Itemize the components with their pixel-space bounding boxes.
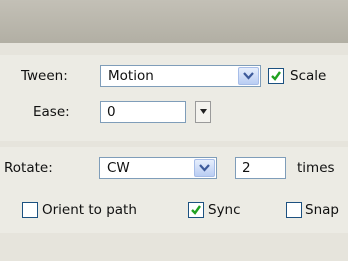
ease-stepper[interactable] xyxy=(195,101,211,123)
snap-checkbox[interactable] xyxy=(286,202,302,218)
scale-label: Scale xyxy=(290,68,327,84)
chevron-down-icon[interactable] xyxy=(238,67,259,85)
tween-dropdown[interactable]: Motion xyxy=(100,65,261,87)
rotate-count-value: 2 xyxy=(242,160,251,176)
sync-checkbox[interactable] xyxy=(188,202,204,218)
tween-label: Tween: xyxy=(21,68,68,84)
ease-label: Ease: xyxy=(33,104,70,120)
rotate-value: CW xyxy=(107,160,130,176)
checkmark-icon xyxy=(271,71,281,81)
checkmark-icon xyxy=(191,205,201,215)
rotate-section: Rotate: CW 2 times Orient to path Sync S… xyxy=(0,147,348,233)
panel-header-bar xyxy=(0,0,348,43)
orient-to-path-checkbox[interactable] xyxy=(22,202,38,218)
ease-input[interactable]: 0 xyxy=(100,101,186,123)
chevron-down-icon[interactable] xyxy=(194,159,215,177)
times-label: times xyxy=(297,160,335,176)
tween-section: Tween: Motion Scale Ease: 0 xyxy=(0,55,348,141)
rotate-dropdown[interactable]: CW xyxy=(99,157,217,179)
ease-value: 0 xyxy=(107,104,116,120)
tween-value: Motion xyxy=(108,68,154,84)
orient-to-path-label: Orient to path xyxy=(42,202,137,218)
rotate-label: Rotate: xyxy=(4,160,53,176)
triangle-down-icon xyxy=(199,109,207,114)
scale-checkbox[interactable] xyxy=(268,68,284,84)
snap-label: Snap xyxy=(305,202,339,218)
sync-label: Sync xyxy=(208,202,241,218)
rotate-count-input[interactable]: 2 xyxy=(235,157,286,179)
